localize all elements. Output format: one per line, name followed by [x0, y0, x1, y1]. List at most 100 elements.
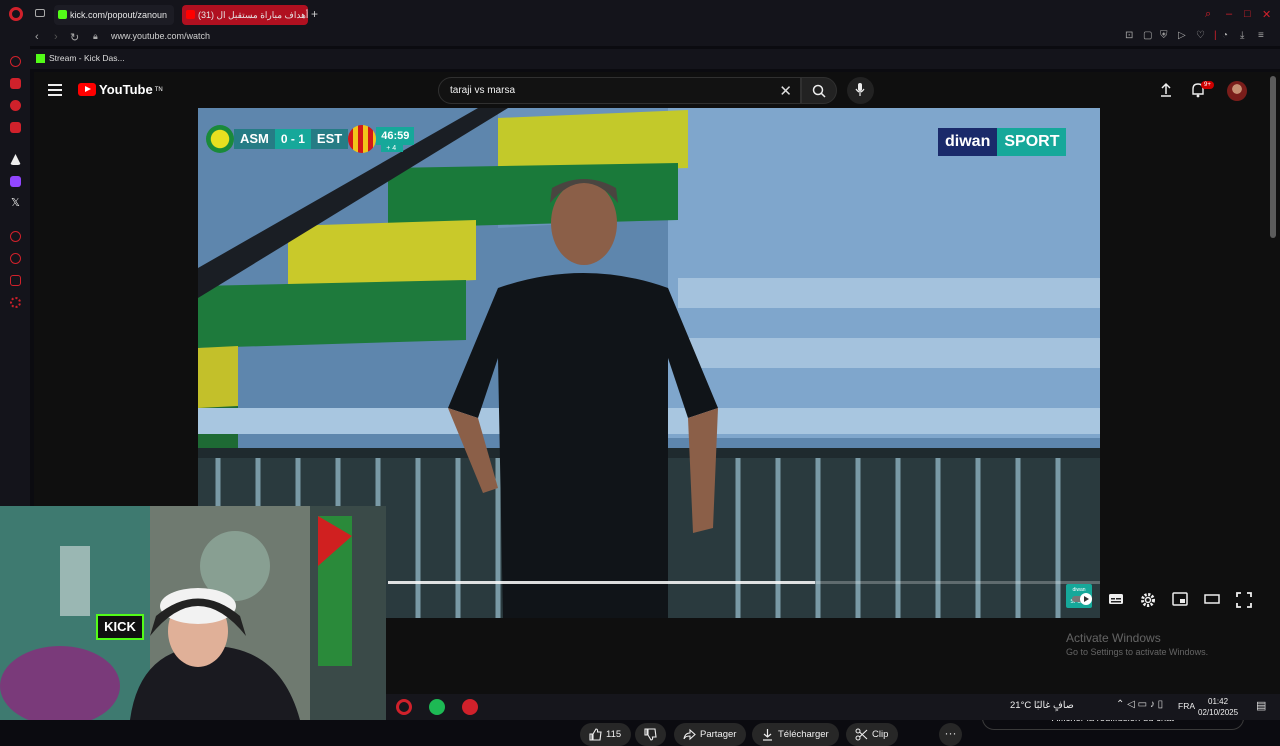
guide-menu-icon[interactable]	[48, 84, 62, 99]
download-button[interactable]: Télécharger	[752, 723, 839, 746]
miniplayer-icon[interactable]	[1172, 592, 1188, 606]
browser-tab-bar: kick.com/popout/zanoun (31) أهداف مباراة…	[0, 0, 1280, 28]
match-clock: 46:59	[376, 126, 415, 145]
broadcaster-logo-part2: SPORT	[997, 128, 1067, 156]
page-scrollbar[interactable]	[1270, 76, 1276, 238]
bookmark-label: Stream - Kick Das...	[49, 53, 125, 63]
close-window-button[interactable]: ✕	[1262, 8, 1271, 21]
app-taskbar-icon[interactable]	[462, 699, 478, 715]
theater-mode-icon[interactable]	[1204, 592, 1220, 606]
crypto-wallet-icon[interactable]	[10, 78, 21, 89]
microphone-icon	[855, 83, 865, 96]
forward-icon[interactable]: ›	[54, 31, 58, 43]
search-query: taraji vs marsa	[450, 85, 516, 96]
lock-icon: 🔒︎	[93, 31, 98, 41]
notifications-icon[interactable]: ▤	[1256, 699, 1266, 712]
aria-icon[interactable]	[10, 56, 21, 67]
twitch-icon[interactable]	[10, 176, 21, 187]
back-icon[interactable]: ‹	[35, 31, 39, 43]
new-tab-button[interactable]: +	[311, 7, 318, 21]
upload-icon[interactable]	[1159, 82, 1173, 98]
messenger-icon[interactable]	[10, 100, 21, 111]
divider: |	[1214, 30, 1217, 41]
clear-search-icon[interactable]: ✕	[779, 82, 792, 100]
like-button[interactable]: 115	[580, 723, 632, 746]
bookmarks-bar: Stream - Kick Das...	[0, 49, 1280, 69]
system-clock[interactable]: 01:42 02/10/2025	[1198, 696, 1238, 718]
settings-gear-icon[interactable]	[1140, 592, 1156, 608]
activate-windows-title: Activate Windows	[1066, 631, 1161, 645]
search-icon	[812, 84, 826, 98]
away-team: EST	[310, 129, 349, 149]
thumbs-down-icon	[644, 728, 657, 741]
clip-button[interactable]: Clip	[846, 723, 899, 746]
downloads-icon[interactable]: ⤓	[1240, 30, 1244, 41]
address-bar: ‹ › ↻ 🔒︎ www.youtube.com/watch ⊡ ▢ ⛨ ▷ ♡…	[0, 28, 1280, 46]
tab-youtube-title: (31) أهداف مباراة مستقبل ال	[198, 10, 308, 20]
share-button[interactable]: Partager	[674, 723, 747, 746]
url-field[interactable]: www.youtube.com/watch	[111, 31, 210, 41]
home-team: ASM	[234, 129, 275, 149]
added-time: + 4	[381, 144, 404, 152]
score: 0 - 1	[274, 129, 311, 149]
pinboard-icon[interactable]	[10, 275, 21, 286]
tab-kick[interactable]: kick.com/popout/zanoun	[54, 5, 174, 25]
broadcaster-logo-part1: diwan	[938, 128, 998, 156]
ai-icon[interactable]	[10, 154, 21, 165]
language-indicator[interactable]: FRA	[1178, 701, 1195, 711]
bookmark-kick[interactable]: Stream - Kick Das...	[36, 53, 125, 64]
account-avatar[interactable]	[1227, 81, 1247, 101]
clock-icon[interactable]	[10, 253, 21, 264]
tray-icons[interactable]: ⌃ ◁ ▭ ♪ ▯	[1116, 699, 1163, 710]
subtitles-icon[interactable]	[1108, 592, 1124, 606]
more-actions-button[interactable]: ···	[939, 723, 962, 746]
voice-search-button[interactable]	[847, 77, 874, 104]
tab-kick-title: kick.com/popout/zanoun	[70, 10, 168, 20]
x-twitter-icon[interactable]: 𝕏	[11, 196, 20, 209]
weather-widget[interactable]: 21°C صافٍ غالبًا	[1010, 700, 1074, 711]
kick-neon-sign: KICK	[96, 614, 144, 640]
country-code: TN	[154, 86, 163, 93]
shield-icon[interactable]: ⛨	[1160, 30, 1168, 41]
download-label: Télécharger	[778, 729, 829, 740]
minimize-button[interactable]: –	[1226, 8, 1232, 20]
windows-taskbar: 21°C صافٍ غالبًا ⌃ ◁ ▭ ♪ ▯ FRA 01:42 02/…	[386, 694, 1280, 720]
player-icon[interactable]	[10, 122, 21, 133]
bookmark-icon[interactable]: ⊡	[1125, 30, 1133, 41]
youtube-favicon-icon	[186, 10, 195, 19]
notifications-badge: 9+	[1201, 81, 1214, 89]
youtube-logo-text: YouTube	[99, 82, 153, 97]
spotify-taskbar-icon[interactable]	[429, 699, 445, 715]
autoplay-toggle-icon[interactable]	[1071, 592, 1095, 606]
tab-youtube[interactable]: (31) أهداف مباراة مستقبل ال	[182, 5, 308, 25]
activate-windows-subtitle: Go to Settings to activate Windows.	[1066, 647, 1209, 657]
share-icon	[683, 728, 696, 741]
profile-icon[interactable]: ◔	[1222, 30, 1228, 41]
clock-date: 02/10/2025	[1198, 708, 1239, 717]
search-button[interactable]	[801, 77, 837, 104]
heart-icon[interactable]: ♡	[1196, 30, 1205, 41]
kick-favicon-icon	[36, 54, 45, 64]
home-team-crest-icon	[206, 125, 234, 153]
youtube-logo[interactable]: YouTube TN	[78, 82, 163, 97]
menu-icon[interactable]: ≡	[1258, 30, 1264, 41]
search-tabs-icon[interactable]: ⌕	[1205, 8, 1211, 21]
thumbs-up-icon	[589, 728, 602, 741]
dislike-button[interactable]	[635, 723, 666, 746]
video-progress-bar[interactable]	[388, 581, 1100, 584]
fullscreen-icon[interactable]	[1236, 592, 1252, 608]
opera-logo-icon[interactable]	[9, 7, 23, 21]
settings-icon[interactable]	[10, 297, 21, 308]
webcam-frame	[0, 506, 386, 720]
history-icon[interactable]	[10, 231, 21, 242]
opera-taskbar-icon[interactable]	[396, 699, 412, 715]
extensions-icon[interactable]: ▷	[1178, 30, 1186, 41]
scoreboard: ASM 0 - 1 EST 46:59 + 4	[206, 124, 415, 154]
workspaces-icon[interactable]	[35, 9, 45, 17]
streamer-webcam: KICK	[0, 506, 386, 720]
search-input[interactable]: taraji vs marsa ✕	[438, 77, 801, 104]
reload-icon[interactable]: ↻	[70, 31, 79, 44]
snapshot-icon[interactable]: ▢	[1143, 30, 1152, 41]
maximize-button[interactable]: □	[1244, 8, 1251, 20]
youtube-header: YouTube TN taraji vs marsa ✕ 9+	[34, 72, 1280, 108]
